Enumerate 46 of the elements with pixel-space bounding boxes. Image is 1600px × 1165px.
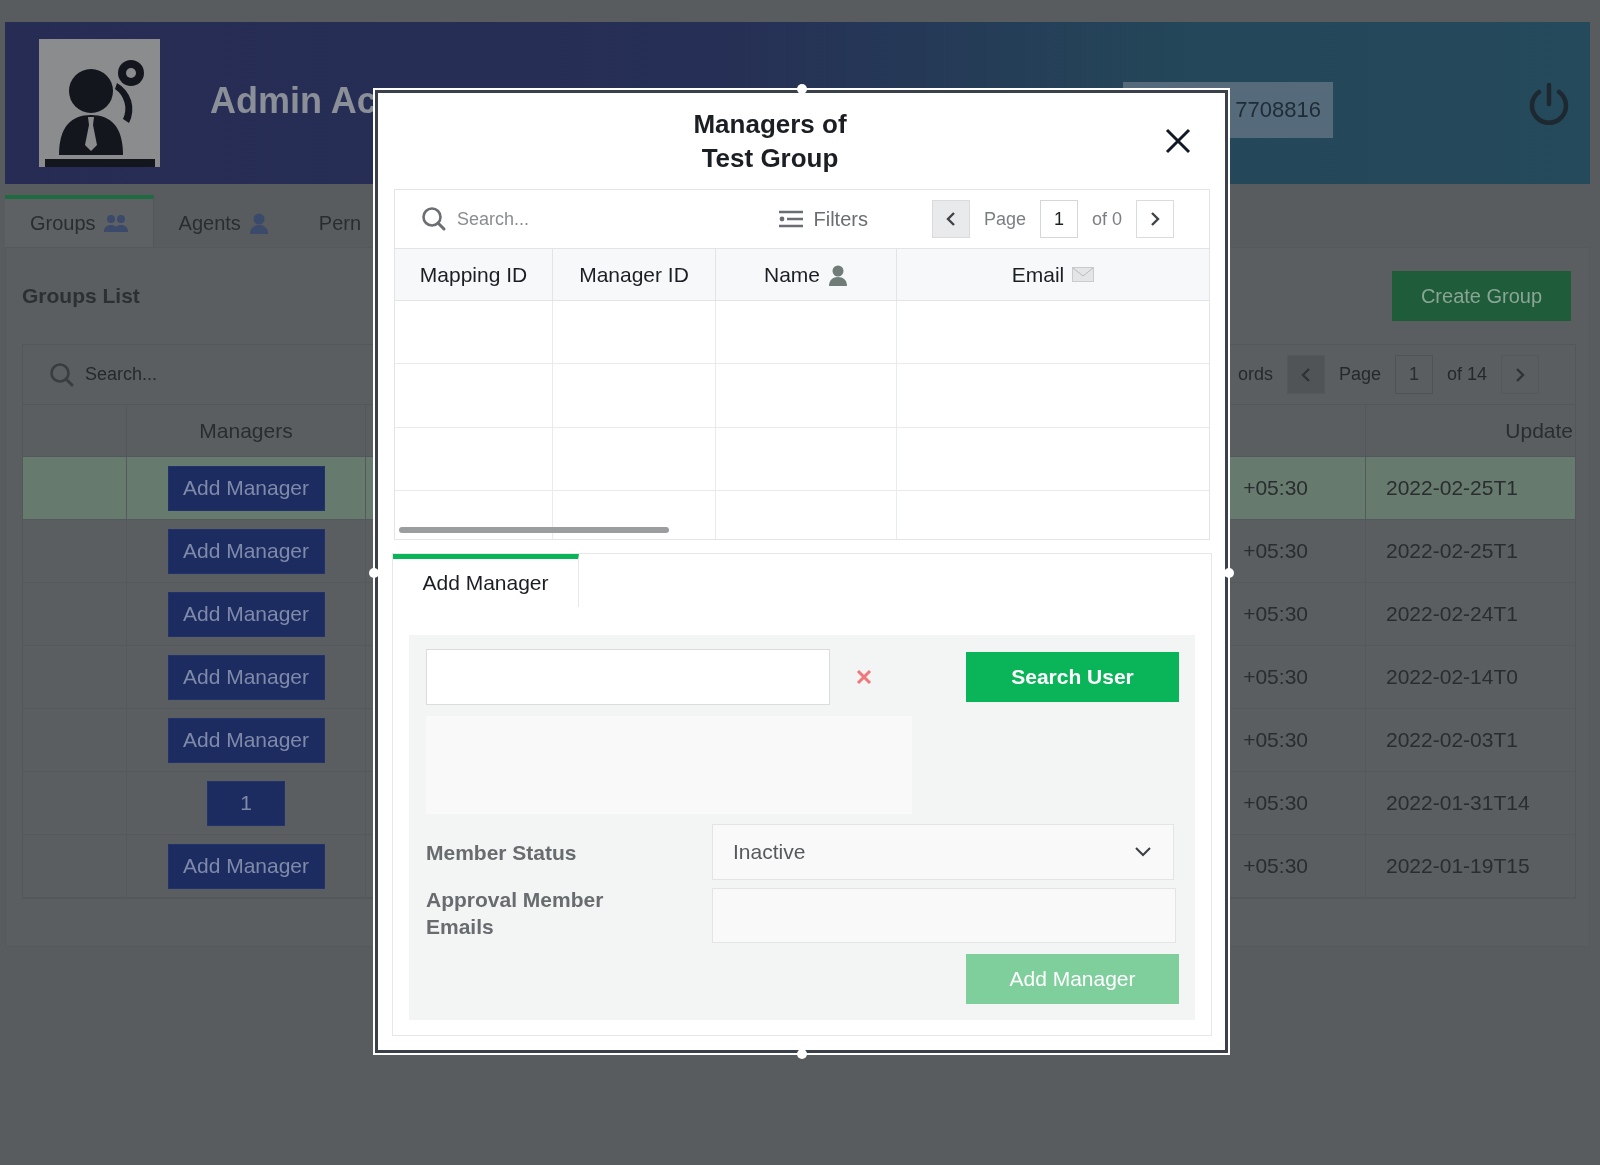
search-field[interactable]: Search... [457, 208, 530, 230]
table-cell: +05:30 [1243, 476, 1308, 500]
column-header: Email [1011, 262, 1065, 287]
chevron-left-icon [945, 211, 956, 227]
user-search-input[interactable] [426, 649, 830, 705]
add-manager-button[interactable]: Add Manager [167, 654, 325, 700]
add-manager-button[interactable]: 1 [207, 780, 285, 826]
create-group-button[interactable]: Create Group [1392, 271, 1571, 321]
dialog-title: Managers of Test Group [692, 108, 848, 175]
search-icon [421, 206, 447, 232]
member-status-select[interactable]: Inactive [712, 824, 1174, 880]
chevron-left-icon [1300, 366, 1311, 383]
add-manager-button[interactable]: Add Manager [167, 465, 325, 511]
column-header: Mapping ID [419, 262, 528, 287]
page-input[interactable]: 1 [1039, 200, 1078, 238]
resize-handle[interactable] [1224, 568, 1234, 578]
chevron-right-icon [1515, 366, 1525, 383]
resize-handle[interactable] [797, 84, 807, 94]
page-count: of 0 [1091, 208, 1122, 230]
search-user-button[interactable]: Search User [966, 652, 1179, 702]
person-icon [828, 263, 848, 286]
resize-handle[interactable] [797, 1049, 807, 1059]
scrollbar-thumb[interactable] [399, 527, 669, 533]
add-manager-button[interactable]: Add Manager [167, 528, 325, 574]
resize-handle[interactable] [369, 568, 379, 578]
person-gear-icon [39, 39, 160, 167]
chevron-right-icon [1150, 211, 1160, 227]
app-title: Admin Ac [210, 80, 377, 122]
filter-lines-icon [779, 209, 804, 229]
add-manager-button[interactable]: Add Manager [167, 591, 325, 637]
field-label: Approval Member Emails [426, 887, 605, 940]
add-manager-button[interactable]: Add Manager [167, 717, 325, 763]
page-label: Page [983, 208, 1026, 230]
people-icon [103, 214, 128, 232]
chevron-down-icon [1135, 847, 1151, 857]
close-icon[interactable] [1165, 128, 1191, 154]
table-cell: 2022-02-25T1 [1386, 476, 1518, 500]
person-icon [248, 212, 269, 234]
filters-button[interactable]: Filters [779, 207, 868, 231]
form-tab[interactable]: Add Manager [393, 554, 579, 607]
column-header: Manager ID [579, 262, 689, 287]
search-icon [49, 361, 75, 388]
column-header: Name [764, 262, 820, 287]
envelope-icon [1072, 267, 1095, 282]
field-label: Member Status [426, 839, 578, 866]
add-manager-button[interactable]: Add Manager [167, 843, 325, 889]
